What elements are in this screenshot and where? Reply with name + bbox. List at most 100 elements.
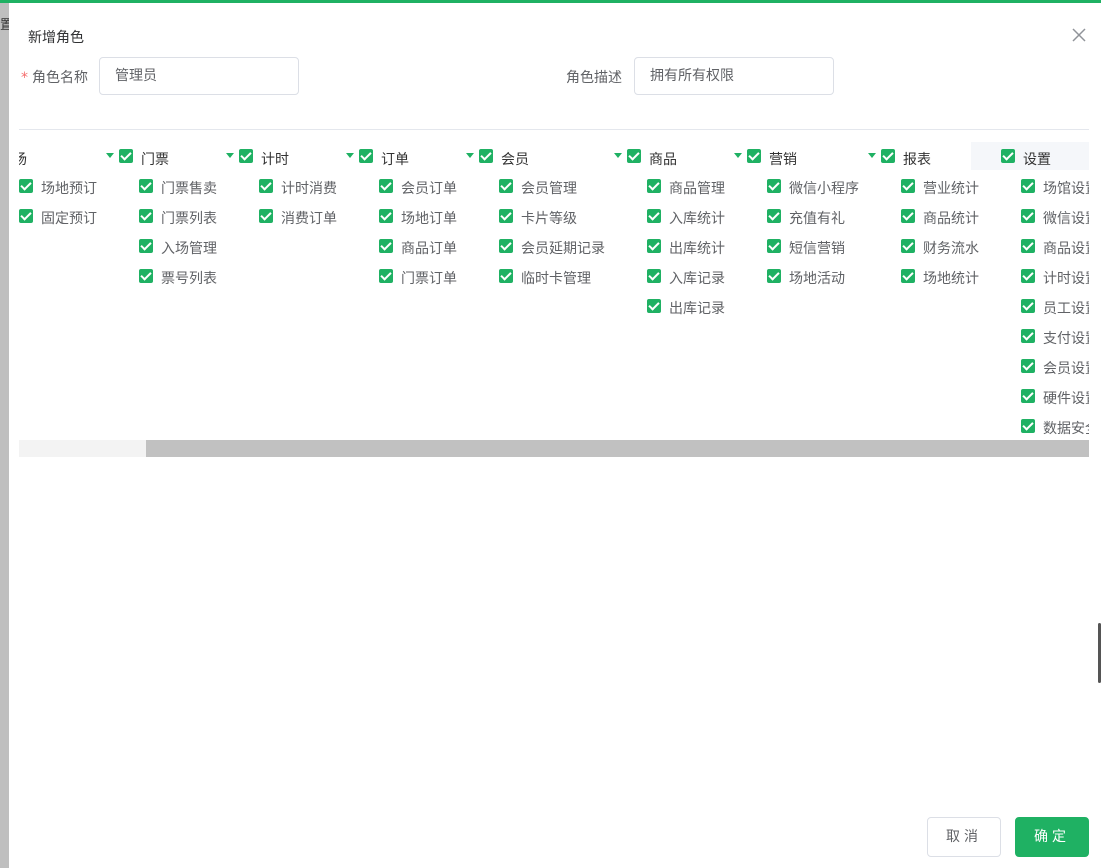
perm-group-title: 门票	[141, 152, 169, 168]
perm-group-header[interactable]	[359, 142, 479, 170]
item-checkbox[interactable]	[767, 209, 781, 223]
group-checkbox[interactable]	[881, 149, 895, 163]
perm-group-title: 营销	[769, 152, 797, 168]
perm-group-title: 设置	[1023, 152, 1051, 168]
group-checkbox[interactable]	[747, 149, 761, 163]
item-checkbox[interactable]	[379, 209, 393, 223]
perm-item-label: 门票售卖	[161, 181, 217, 197]
item-checkbox[interactable]	[1021, 239, 1035, 253]
perm-group-header[interactable]	[747, 142, 867, 170]
item-checkbox[interactable]	[259, 179, 273, 193]
perm-item-label: 出库记录	[669, 301, 725, 317]
item-checkbox[interactable]	[1021, 329, 1035, 343]
horizontal-scrollbar[interactable]	[19, 440, 1089, 457]
item-checkbox[interactable]	[647, 269, 661, 283]
perm-item-label: 数据安全	[1043, 421, 1089, 437]
item-checkbox[interactable]	[379, 239, 393, 253]
item-checkbox[interactable]	[139, 179, 153, 193]
item-checkbox[interactable]	[139, 269, 153, 283]
item-checkbox[interactable]	[901, 209, 915, 223]
perm-item-label: 消费订单	[281, 211, 337, 227]
perm-group-title: 会员	[501, 152, 529, 168]
perm-item-label: 计时设置	[1043, 271, 1089, 287]
perm-item-label: 会员延期记录	[521, 241, 605, 257]
perm-item-label: 营业统计	[923, 181, 979, 197]
caret-down-icon[interactable]	[868, 153, 876, 158]
item-checkbox[interactable]	[1021, 269, 1035, 283]
item-checkbox[interactable]	[379, 269, 393, 283]
item-checkbox[interactable]	[19, 179, 33, 193]
perm-item-label: 商品管理	[669, 181, 725, 197]
item-checkbox[interactable]	[647, 179, 661, 193]
group-checkbox[interactable]	[1001, 149, 1015, 163]
item-checkbox[interactable]	[901, 239, 915, 253]
perm-group-header[interactable]	[479, 142, 599, 170]
item-checkbox[interactable]	[1021, 209, 1035, 223]
item-checkbox[interactable]	[259, 209, 273, 223]
perm-item-label: 票号列表	[161, 271, 217, 287]
perm-item-label: 入库记录	[669, 271, 725, 287]
perm-item-label: 场地预订	[41, 181, 97, 197]
item-checkbox[interactable]	[767, 269, 781, 283]
item-checkbox[interactable]	[647, 299, 661, 313]
cancel-button[interactable]: 取消	[927, 817, 1001, 857]
item-checkbox[interactable]	[767, 239, 781, 253]
close-icon[interactable]	[1069, 25, 1089, 45]
role-desc-label: 角色描述	[566, 70, 622, 86]
item-checkbox[interactable]	[499, 239, 513, 253]
caret-down-icon[interactable]	[466, 153, 474, 158]
item-checkbox[interactable]	[379, 179, 393, 193]
role-name-label-text: 角色名称	[32, 70, 88, 86]
caret-down-icon[interactable]	[226, 153, 234, 158]
perm-group-title: 订场	[19, 152, 27, 168]
perm-group-title: 报表	[903, 152, 931, 168]
perm-item-label: 场地统计	[923, 271, 979, 287]
item-checkbox[interactable]	[901, 179, 915, 193]
item-checkbox[interactable]	[1021, 389, 1035, 403]
group-checkbox[interactable]	[479, 149, 493, 163]
perm-group-header[interactable]	[627, 142, 747, 170]
required-mark: *	[21, 70, 28, 86]
perm-item-label: 微信设置	[1043, 211, 1089, 227]
group-checkbox[interactable]	[627, 149, 641, 163]
scrollbar-thumb[interactable]	[146, 440, 1089, 457]
perm-item-label: 计时消费	[281, 181, 337, 197]
item-checkbox[interactable]	[767, 179, 781, 193]
group-checkbox[interactable]	[359, 149, 373, 163]
perm-item-label: 财务流水	[923, 241, 979, 257]
item-checkbox[interactable]	[1021, 359, 1035, 373]
caret-down-icon[interactable]	[614, 153, 622, 158]
perm-item-label: 商品统计	[923, 211, 979, 227]
item-checkbox[interactable]	[647, 209, 661, 223]
perm-item-label: 入库统计	[669, 211, 725, 227]
caret-down-icon[interactable]	[734, 153, 742, 158]
perm-group-header[interactable]	[19, 142, 119, 170]
item-checkbox[interactable]	[901, 269, 915, 283]
perm-item-label: 入场管理	[161, 241, 217, 257]
confirm-button[interactable]: 确定	[1015, 817, 1089, 857]
item-checkbox[interactable]	[499, 209, 513, 223]
group-checkbox[interactable]	[119, 149, 133, 163]
perm-group-title: 商品	[649, 152, 677, 168]
item-checkbox[interactable]	[1021, 419, 1035, 433]
item-checkbox[interactable]	[499, 269, 513, 283]
perm-group-header[interactable]	[119, 142, 239, 170]
perm-item-label: 出库统计	[669, 241, 725, 257]
item-checkbox[interactable]	[19, 209, 33, 223]
item-checkbox[interactable]	[647, 239, 661, 253]
role-name-input[interactable]: 管理员	[99, 57, 299, 95]
item-checkbox[interactable]	[139, 239, 153, 253]
perm-item-label: 会员管理	[521, 181, 577, 197]
caret-down-icon[interactable]	[346, 153, 354, 158]
perm-group-title: 订单	[381, 152, 409, 168]
item-checkbox[interactable]	[139, 209, 153, 223]
item-checkbox[interactable]	[1021, 299, 1035, 313]
perm-group-header[interactable]	[239, 142, 359, 170]
role-desc-input[interactable]: 拥有所有权限	[634, 57, 834, 95]
form-divider	[19, 129, 1089, 130]
caret-down-icon[interactable]	[106, 153, 114, 158]
add-role-dialog: 新增角色 *角色名称 管理员 角色描述 拥有所有权限 订场场地预订固定预订 门票门…	[9, 3, 1101, 868]
group-checkbox[interactable]	[239, 149, 253, 163]
item-checkbox[interactable]	[1021, 179, 1035, 193]
item-checkbox[interactable]	[499, 179, 513, 193]
